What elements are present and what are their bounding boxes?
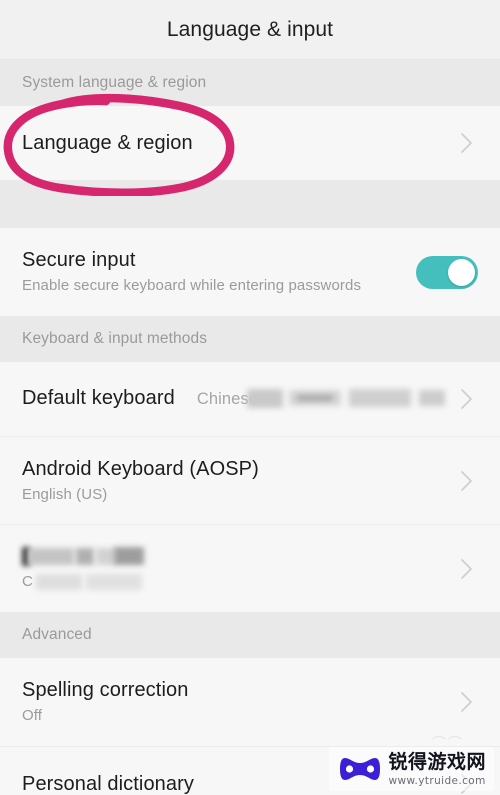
secure-input-toggle[interactable]	[416, 255, 478, 289]
watermark-url: www.ytruide.com	[388, 774, 486, 787]
row-default-keyboard[interactable]: Default keyboard Chinese	[0, 362, 500, 436]
row-spelling-correction[interactable]: Spelling correction Off	[0, 658, 500, 746]
row-subtitle: English (US)	[22, 485, 108, 503]
row-title: Language & region	[22, 132, 193, 154]
chevron-right-icon[interactable]	[456, 558, 478, 580]
row-texts: Language & region	[22, 131, 442, 155]
settings-screen: Language & input System language & regio…	[0, 0, 500, 795]
row-texts: Spelling correction Off	[22, 678, 442, 726]
row-texts: Android Keyboard (AOSP) English (US)	[22, 457, 442, 505]
row-language-region[interactable]: Language & region	[0, 106, 500, 180]
row-subtitle: C	[22, 572, 33, 590]
title-bar: Language & input	[0, 0, 500, 60]
row-android-keyboard-aosp[interactable]: Android Keyboard (AOSP) English (US)	[0, 436, 500, 524]
chevron-right-icon[interactable]	[456, 132, 478, 154]
row-subtitle: Enable secure keyboard while entering pa…	[22, 277, 362, 295]
watermark-dots: ⌒⌒	[432, 734, 464, 751]
redaction-block	[76, 547, 94, 565]
chevron-right-icon[interactable]	[456, 470, 478, 492]
section-header-advanced: Advanced	[0, 612, 500, 658]
chevron-right-icon[interactable]	[456, 388, 478, 410]
redaction-block	[96, 547, 116, 565]
row-third-keyboard-redacted[interactable]: C	[0, 524, 500, 612]
row-subtitle: Off	[22, 707, 43, 725]
watermark-name: 锐得游戏网	[388, 750, 486, 773]
redaction-block	[348, 389, 411, 408]
gamepad-icon	[339, 754, 381, 784]
redaction-block	[28, 547, 74, 565]
row-title: Default keyboard	[22, 386, 175, 409]
row-secure-input[interactable]: Secure input Enable secure keyboard whil…	[0, 228, 500, 316]
section-label: Advanced	[22, 626, 92, 643]
row-value-container: Chinese	[197, 386, 445, 412]
watermark: ⌒⌒ 锐得游戏网 www.ytruide.com	[329, 735, 494, 791]
page-title: Language & input	[166, 17, 334, 41]
toggle-knob	[448, 258, 475, 286]
redaction-block	[246, 389, 283, 409]
redaction-block	[296, 395, 333, 402]
redaction-block	[114, 546, 144, 565]
section-gap-band	[0, 180, 500, 228]
redaction-block	[86, 573, 142, 590]
row-title: Spelling correction	[22, 679, 189, 702]
row-title: Android Keyboard (AOSP)	[22, 457, 259, 480]
redaction-block	[36, 573, 82, 590]
redaction-block	[418, 390, 445, 407]
row-texts: C	[22, 546, 442, 592]
chevron-right-icon[interactable]	[456, 691, 478, 713]
row-texts: Secure input Enable secure keyboard whil…	[22, 248, 404, 296]
section-header-keyboard-input-methods: Keyboard & input methods	[0, 316, 500, 362]
row-title: Secure input	[22, 249, 136, 272]
section-label: System language & region	[22, 74, 207, 91]
row-texts: Default keyboard Chinese	[22, 386, 445, 413]
watermark-texts: 锐得游戏网 www.ytruide.com	[388, 750, 486, 787]
section-header-system-language: System language & region	[0, 60, 500, 106]
section-label: Keyboard & input methods	[22, 330, 208, 347]
